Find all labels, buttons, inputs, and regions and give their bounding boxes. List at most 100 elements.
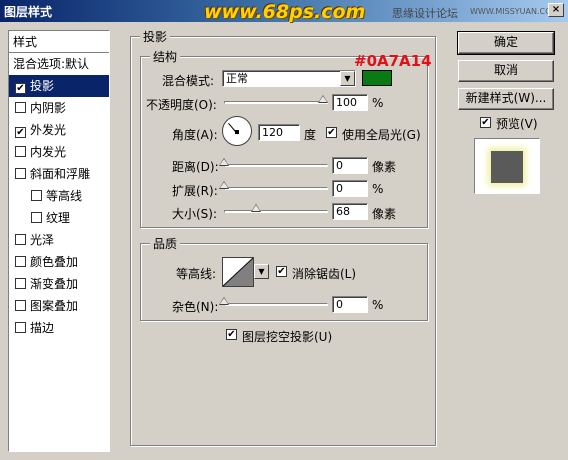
style-item-label: 纹理 [46,211,71,225]
style-item-contour[interactable]: 等高线 [9,185,109,207]
distance-slider-track[interactable] [224,164,328,167]
style-item-label: 内发光 [30,145,67,159]
spread-label: 扩展(R): [172,184,218,198]
texture-checkbox[interactable] [31,212,42,223]
size-label: 大小(S): [172,207,218,221]
blend-mode-label: 混合模式: [162,74,215,88]
quality-title: 品质 [150,235,181,252]
spread-input[interactable]: 0 [332,180,368,197]
noise-slider-track[interactable] [224,303,328,306]
style-item-label: 等高线 [46,189,83,203]
preview-square [491,151,523,183]
ok-button[interactable]: 确定 [457,31,555,55]
noise-label: 杂色(N): [172,300,219,314]
styles-list: 样式 混合选项:默认 ✔ 投影 内阴影 ✔ 外发光 内发光 斜面和浮雕 等高线 纹理… [8,30,110,452]
spread-slider-thumb[interactable] [219,181,229,189]
distance-slider-thumb[interactable] [219,158,229,166]
angle-label: 角度(A): [172,128,218,142]
opacity-slider-track[interactable] [224,101,328,104]
preview-checkbox[interactable]: ✔ [480,117,491,128]
style-item-label: 外发光 [30,123,67,137]
opacity-input[interactable]: 100 [332,94,368,111]
style-item-inner-shadow[interactable]: 内阴影 [9,97,109,119]
watermark-text: 思缘设计论坛 [392,7,458,20]
outer-glow-checkbox[interactable]: ✔ [15,127,26,138]
distance-label: 距离(D): [172,160,219,174]
style-item-color-overlay[interactable]: 颜色叠加 [9,251,109,273]
global-light-label[interactable]: 使用全局光(G) [342,126,421,143]
angle-dial[interactable] [222,116,252,146]
contour-checkbox[interactable] [31,190,42,201]
spread-unit: % [372,182,384,196]
watermark-url: WWW.MISSYUAN.COM [470,7,559,16]
angle-input[interactable]: 120 [258,124,300,141]
angle-unit: 度 [304,128,317,142]
style-item-bevel-emboss[interactable]: 斜面和浮雕 [9,163,109,185]
style-item-label: 描边 [30,321,55,335]
distance-unit: 像素 [372,160,397,174]
blend-mode-value: 正常 [226,72,248,85]
antialias-label[interactable]: 消除锯齿(L) [292,265,356,282]
noise-unit: % [372,298,384,312]
style-preview-thumbnail [474,138,540,194]
knockout-label[interactable]: 图层挖空投影(U) [242,328,332,345]
contour-curve-icon [222,257,254,287]
knockout-checkbox[interactable]: ✔ [226,329,237,340]
size-slider-track[interactable] [224,210,328,213]
style-item-label: 内阴影 [30,101,67,115]
style-item-label: 图案叠加 [30,299,79,313]
new-style-button[interactable]: 新建样式(W)... [458,88,554,110]
size-unit: 像素 [372,207,397,221]
drop-shadow-checkbox[interactable]: ✔ [15,83,26,94]
close-button[interactable]: × [548,3,564,17]
size-slider-thumb[interactable] [251,204,261,212]
style-item-label: 渐变叠加 [30,277,79,291]
color-annotation: #0A7A14 [354,52,432,70]
contour-label: 等高线: [176,267,217,281]
style-item-outer-glow[interactable]: ✔ 外发光 [9,119,109,141]
opacity-slider-thumb[interactable] [318,95,328,103]
stroke-checkbox[interactable] [15,322,26,333]
color-overlay-checkbox[interactable] [15,256,26,267]
style-item-texture[interactable]: 纹理 [9,207,109,229]
chevron-down-icon[interactable]: ▼ [254,264,269,279]
pattern-overlay-checkbox[interactable] [15,300,26,311]
title-bar: 图层样式 www.68ps.com 思缘设计论坛 WWW.MISSYUAN.CO… [0,0,568,23]
distance-input[interactable]: 0 [332,157,368,174]
chevron-down-icon[interactable]: ▼ [340,71,355,86]
antialias-checkbox[interactable]: ✔ [276,266,287,277]
style-item-inner-glow[interactable]: 内发光 [9,141,109,163]
satin-checkbox[interactable] [15,234,26,245]
noise-input[interactable]: 0 [332,296,368,313]
cancel-button[interactable]: 取消 [458,60,554,82]
site-logo: www.68ps.com [204,1,366,23]
shadow-color-swatch[interactable] [362,70,392,86]
style-item-satin[interactable]: 光泽 [9,229,109,251]
style-item-label: 光泽 [30,233,55,247]
opacity-label: 不透明度(O): [146,98,217,112]
opacity-unit: % [372,96,384,110]
size-input[interactable]: 68 [332,203,368,220]
style-item-pattern-overlay[interactable]: 图案叠加 [9,295,109,317]
style-item-label: 斜面和浮雕 [30,167,91,181]
preview-label[interactable]: 预览(V) [496,115,538,132]
styles-header[interactable]: 样式 [9,31,109,53]
noise-slider-thumb[interactable] [219,297,229,305]
global-light-checkbox[interactable]: ✔ [326,127,337,138]
spread-slider-track[interactable] [224,187,328,190]
bevel-emboss-checkbox[interactable] [15,168,26,179]
angle-dial-center [235,130,239,134]
gradient-overlay-checkbox[interactable] [15,278,26,289]
inner-glow-checkbox[interactable] [15,146,26,157]
structure-title: 结构 [150,48,181,65]
style-item-label: 投影 [30,79,55,93]
style-item-stroke[interactable]: 描边 [9,317,109,339]
blend-mode-select[interactable]: 正常 ▼ [222,70,356,87]
style-item-drop-shadow[interactable]: ✔ 投影 [9,75,109,97]
style-item-gradient-overlay[interactable]: 渐变叠加 [9,273,109,295]
window-title: 图层样式 [4,5,53,19]
contour-picker[interactable] [222,257,254,287]
blend-options-item[interactable]: 混合选项:默认 [9,53,109,75]
style-item-label: 颜色叠加 [30,255,79,269]
inner-shadow-checkbox[interactable] [15,102,26,113]
